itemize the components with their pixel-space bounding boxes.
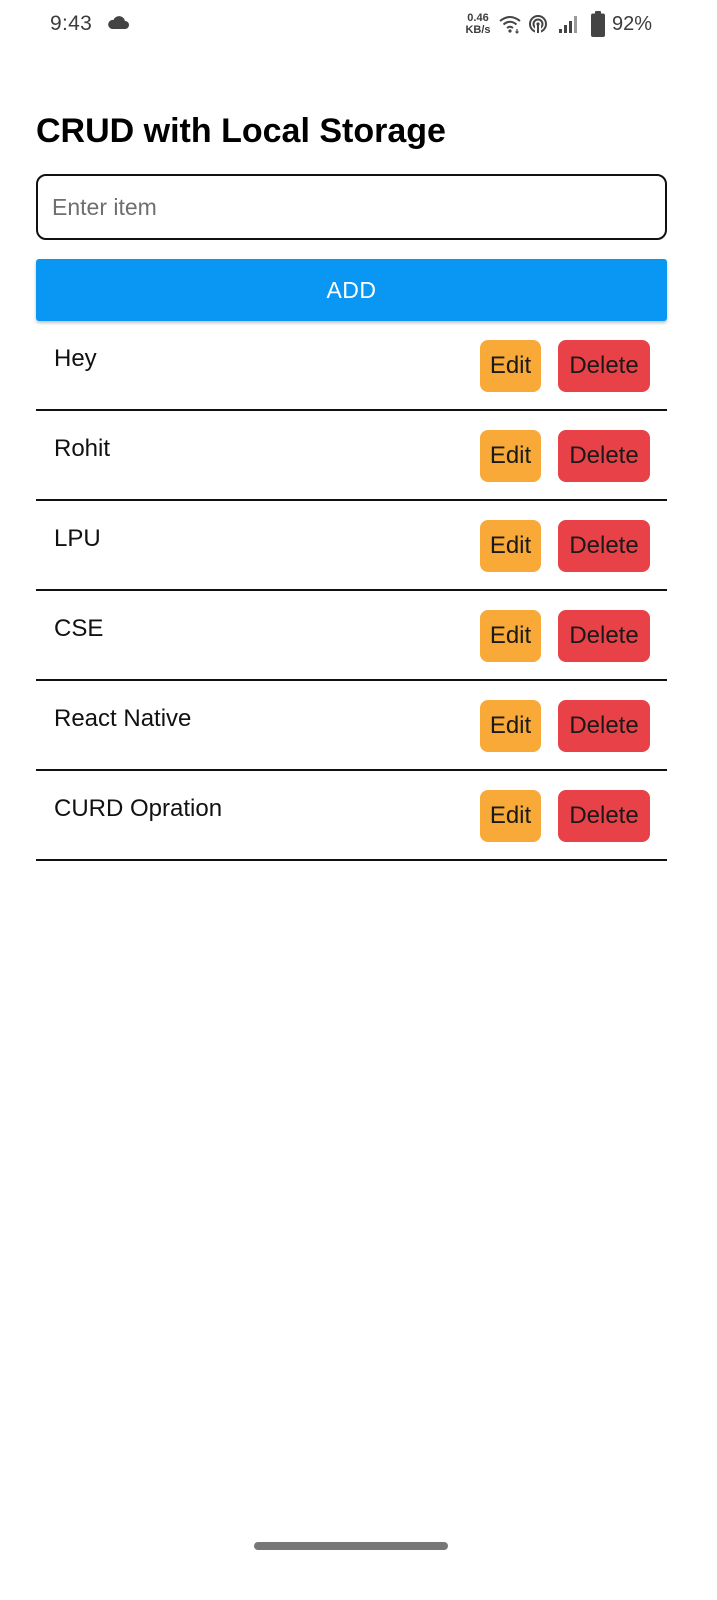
list-item: React Native Edit Delete: [36, 681, 667, 771]
status-time: 9:43: [50, 12, 93, 35]
home-indicator[interactable]: [254, 1542, 448, 1550]
page-title: CRUD with Local Storage: [36, 112, 446, 150]
signal-icon: [559, 16, 577, 33]
edit-button[interactable]: Edit: [480, 700, 541, 752]
item-text: CURD Opration: [54, 795, 223, 822]
delete-button[interactable]: Delete: [558, 700, 650, 752]
delete-button[interactable]: Delete: [558, 610, 650, 662]
list-item: Rohit Edit Delete: [36, 411, 667, 501]
delete-button[interactable]: Delete: [558, 520, 650, 572]
network-speed: 0.46 KB/s: [464, 12, 492, 36]
status-bar: 9:43 0.46 KB/s 92%: [0, 0, 717, 52]
add-button[interactable]: ADD: [36, 259, 667, 321]
cloud-icon: [108, 16, 129, 29]
delete-button[interactable]: Delete: [558, 430, 650, 482]
edit-button[interactable]: Edit: [480, 790, 541, 842]
network-speed-value: 0.46: [467, 12, 489, 24]
edit-button[interactable]: Edit: [480, 340, 541, 392]
list-item: LPU Edit Delete: [36, 501, 667, 591]
list-item: CSE Edit Delete: [36, 591, 667, 681]
item-input[interactable]: [36, 174, 667, 240]
item-text: Rohit: [54, 435, 111, 462]
item-text: LPU: [54, 525, 101, 552]
list-item: Hey Edit Delete: [36, 321, 667, 411]
list-item: CURD Opration Edit Delete: [36, 771, 667, 861]
item-text: CSE: [54, 615, 104, 642]
battery-icon: [591, 11, 605, 37]
edit-button[interactable]: Edit: [480, 430, 541, 482]
item-list: Hey Edit Delete Rohit Edit Delete LPU Ed…: [36, 321, 667, 861]
edit-button[interactable]: Edit: [480, 610, 541, 662]
item-text: Hey: [54, 345, 97, 372]
edit-button[interactable]: Edit: [480, 520, 541, 572]
hotspot-icon: [529, 15, 547, 34]
battery-percentage: 92%: [612, 13, 653, 35]
network-speed-unit: KB/s: [465, 24, 491, 36]
delete-button[interactable]: Delete: [558, 340, 650, 392]
delete-button[interactable]: Delete: [558, 790, 650, 842]
app-screen: 9:43 0.46 KB/s 92% CRUD with Local Stora…: [0, 0, 717, 1600]
wifi-icon: [499, 16, 521, 34]
item-text: React Native: [54, 705, 192, 732]
